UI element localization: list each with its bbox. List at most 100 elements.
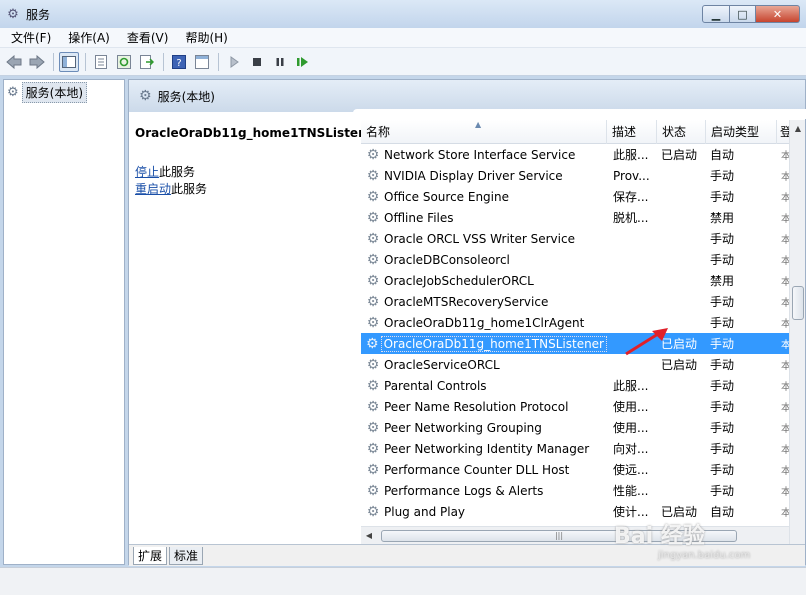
table-row[interactable]: ⚙ Peer Networking Grouping 使用... 手动 本 bbox=[361, 417, 789, 438]
service-description: 使用... bbox=[613, 400, 649, 414]
maximize-button[interactable]: □ bbox=[730, 5, 756, 23]
service-name: OracleServiceORCL bbox=[384, 357, 500, 372]
table-row[interactable]: ⚙ Offline Files 脱机... 禁用 本 bbox=[361, 207, 789, 228]
table-row[interactable]: ⚙ OracleOraDb11g_home1ClrAgent 手动 本 bbox=[361, 312, 789, 333]
column-header-name[interactable]: ▲ 名称 bbox=[361, 120, 607, 144]
list-header: ▲ 名称 描述 状态 启动类型 登 bbox=[361, 120, 789, 144]
gear-icon: ⚙ bbox=[366, 440, 380, 457]
show-hide-tree-icon[interactable] bbox=[59, 51, 79, 72]
table-row[interactable]: ⚙ OracleMTSRecoveryService 手动 本 bbox=[361, 291, 789, 312]
gear-icon: ⚙ bbox=[139, 88, 152, 104]
service-name-cell: ⚙ Plug and Play bbox=[361, 504, 607, 520]
tree-item-services-local[interactable]: ⚙ 服务(本地) bbox=[4, 81, 124, 103]
service-logon: 本 bbox=[781, 340, 789, 351]
help-icon[interactable]: ? bbox=[169, 52, 189, 72]
service-name: Performance Logs & Alerts bbox=[384, 483, 544, 498]
stop-service-link[interactable]: 停止 bbox=[135, 165, 159, 179]
gear-icon: ⚙ bbox=[366, 188, 380, 205]
stop-service-icon[interactable] bbox=[247, 52, 267, 72]
service-name: Peer Networking Grouping bbox=[384, 420, 542, 435]
console-view-icon[interactable] bbox=[192, 52, 212, 72]
table-row[interactable]: ⚙ Network Store Interface Service 此服... 已启动… bbox=[361, 144, 789, 165]
service-name: Performance Counter DLL Host bbox=[384, 462, 570, 477]
scroll-left-icon[interactable]: ◀ bbox=[361, 531, 377, 540]
vertical-scrollbar[interactable]: ▲ bbox=[789, 120, 805, 544]
service-name-cell: ⚙ OracleServiceORCL bbox=[361, 357, 607, 373]
panel-header-title: 服务(本地) bbox=[157, 89, 215, 104]
service-detail-pane: OracleOraDb11g_home1TNSListener 停止此服务 重启… bbox=[135, 126, 381, 198]
tab-standard[interactable]: 标准 bbox=[169, 547, 204, 565]
panel-header: ⚙ 服务(本地) bbox=[129, 80, 805, 112]
gear-icon: ⚙ bbox=[366, 461, 380, 478]
gear-icon: ⚙ bbox=[366, 503, 380, 520]
table-row[interactable]: ⚙ Oracle ORCL VSS Writer Service 手动 本 bbox=[361, 228, 789, 249]
stop-service-suffix: 此服务 bbox=[159, 165, 196, 179]
gear-icon: ⚙ bbox=[366, 482, 380, 499]
service-startup-type: 手动 bbox=[710, 442, 735, 456]
gear-icon: ⚙ bbox=[366, 272, 380, 289]
table-row[interactable]: ⚙ NVIDIA Display Driver Service Prov... 手动 本 bbox=[361, 165, 789, 186]
service-logon: 本 bbox=[781, 424, 789, 435]
restart-service-link[interactable]: 重启动 bbox=[135, 182, 171, 196]
service-rows: ⚙ Network Store Interface Service 此服... 已启动… bbox=[361, 144, 789, 522]
service-startup-type: 手动 bbox=[710, 421, 735, 435]
table-row[interactable]: ⚙ Office Source Engine 保存... 手动 本 bbox=[361, 186, 789, 207]
service-logon: 本 bbox=[781, 508, 789, 519]
service-name: OracleMTSRecoveryService bbox=[384, 294, 549, 309]
table-row[interactable]: ⚙ OracleDBConsoleorcl 手动 本 bbox=[361, 249, 789, 270]
menu-file[interactable]: 文件(F) bbox=[0, 29, 57, 46]
service-logon: 本 bbox=[781, 445, 789, 456]
table-row[interactable]: ⚙ OracleJobSchedulerORCL 禁用 本 bbox=[361, 270, 789, 291]
gear-icon: ⚙ bbox=[366, 146, 380, 163]
start-service-icon[interactable] bbox=[224, 52, 244, 72]
gear-icon: ⚙ bbox=[366, 209, 380, 226]
menu-help[interactable]: 帮助(H) bbox=[174, 29, 233, 46]
gear-icon: ⚙ bbox=[366, 167, 380, 184]
service-name: Network Store Interface Service bbox=[384, 147, 576, 162]
service-name-cell: ⚙ Parental Controls bbox=[361, 378, 607, 394]
service-name-cell: ⚙ OracleJobSchedulerORCL bbox=[361, 273, 607, 289]
menu-view[interactable]: 查看(V) bbox=[116, 29, 175, 46]
menu-action[interactable]: 操作(A) bbox=[57, 29, 116, 46]
service-description: 使远... bbox=[613, 463, 649, 477]
table-row[interactable]: ⚙ Parental Controls 此服... 手动 本 bbox=[361, 375, 789, 396]
vertical-scroll-thumb[interactable] bbox=[792, 286, 804, 320]
service-startup-type: 手动 bbox=[710, 295, 735, 309]
close-button[interactable]: ✕ bbox=[756, 5, 800, 23]
pause-service-icon[interactable] bbox=[270, 52, 290, 72]
service-logon: 本 bbox=[781, 487, 789, 498]
export-list-icon[interactable] bbox=[137, 52, 157, 72]
table-row[interactable]: ⚙ OracleOraDb11g_home1TNSListener 已启动 手动 本 bbox=[361, 333, 789, 354]
service-description: 脱机... bbox=[613, 211, 649, 225]
forward-icon[interactable] bbox=[27, 52, 47, 72]
toolbar-separator bbox=[218, 52, 219, 71]
service-name-cell: ⚙ Performance Counter DLL Host bbox=[361, 462, 607, 478]
column-header-logon[interactable]: 登 bbox=[777, 120, 789, 144]
properties-icon[interactable] bbox=[91, 52, 111, 72]
service-name: OracleOraDb11g_home1ClrAgent bbox=[384, 315, 585, 330]
table-row[interactable]: ⚙ Peer Networking Identity Manager 向对... 手动… bbox=[361, 438, 789, 459]
back-icon[interactable] bbox=[4, 52, 24, 72]
service-status: 已启动 bbox=[661, 148, 698, 162]
service-name: Peer Name Resolution Protocol bbox=[384, 399, 569, 414]
gear-icon: ⚙ bbox=[366, 251, 380, 268]
service-logon: 本 bbox=[781, 319, 789, 330]
table-row[interactable]: ⚙ OracleServiceORCL 已启动 手动 本 bbox=[361, 354, 789, 375]
column-header-description[interactable]: 描述 bbox=[607, 120, 657, 144]
resume-service-icon[interactable] bbox=[293, 52, 313, 72]
scroll-up-icon[interactable]: ▲ bbox=[790, 120, 806, 136]
services-panel: ⚙ 服务(本地) OracleOraDb11g_home1TNSListener… bbox=[128, 79, 806, 566]
service-name-cell: ⚙ Peer Networking Identity Manager bbox=[361, 441, 607, 457]
table-row[interactable]: ⚙ Peer Name Resolution Protocol 使用... 手动 本 bbox=[361, 396, 789, 417]
toolbar-separator bbox=[53, 52, 54, 71]
gear-icon: ⚙ bbox=[366, 419, 380, 436]
service-startup-type: 手动 bbox=[710, 232, 735, 246]
minimize-button[interactable]: ▁ bbox=[702, 5, 730, 23]
service-startup-type: 手动 bbox=[710, 337, 735, 351]
table-row[interactable]: ⚙ Performance Counter DLL Host 使远... 手动 本 bbox=[361, 459, 789, 480]
table-row[interactable]: ⚙ Performance Logs & Alerts 性能... 手动 本 bbox=[361, 480, 789, 501]
column-header-startup-type[interactable]: 启动类型 bbox=[706, 120, 777, 144]
column-header-status[interactable]: 状态 bbox=[657, 120, 706, 144]
tab-extended[interactable]: 扩展 bbox=[133, 547, 168, 565]
refresh-icon[interactable] bbox=[114, 52, 134, 72]
